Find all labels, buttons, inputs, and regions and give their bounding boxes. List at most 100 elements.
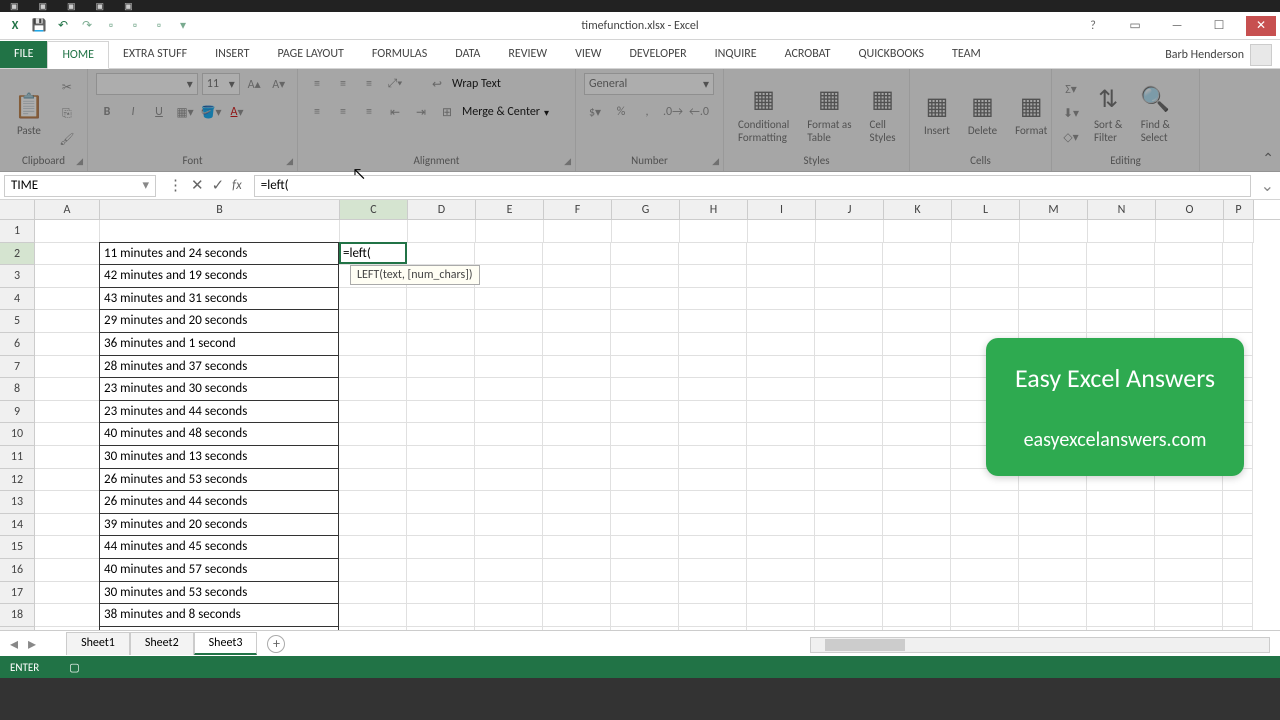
col-header[interactable]: H — [680, 200, 748, 219]
cell[interactable] — [543, 491, 611, 514]
cell[interactable] — [815, 559, 883, 582]
cell[interactable] — [1087, 288, 1155, 311]
cell[interactable]: 29 minutes and 20 seconds — [99, 309, 339, 333]
font-name-combo[interactable]: ▾ — [96, 73, 198, 95]
cell[interactable] — [611, 604, 679, 627]
cell[interactable] — [1087, 265, 1155, 288]
cell[interactable] — [815, 582, 883, 605]
cell[interactable] — [1155, 310, 1223, 333]
cell[interactable] — [339, 604, 407, 627]
row-header[interactable]: 8 — [0, 378, 35, 401]
row-header[interactable]: 1 — [0, 220, 35, 243]
cell[interactable] — [475, 310, 543, 333]
expand-formula-icon[interactable]: ⌄ — [1255, 176, 1280, 196]
increase-font-icon[interactable]: A▴ — [244, 73, 265, 95]
cell[interactable] — [816, 220, 884, 243]
cell[interactable] — [951, 536, 1019, 559]
clear-icon[interactable]: ◇▾ — [1060, 127, 1082, 149]
cell[interactable] — [543, 536, 611, 559]
cell[interactable] — [543, 446, 611, 469]
tab-formulas[interactable]: FORMULAS — [358, 41, 441, 68]
qat-icon-1[interactable]: ▫ — [102, 17, 120, 35]
cell[interactable] — [815, 536, 883, 559]
row-header[interactable]: 13 — [0, 491, 35, 514]
decrease-font-icon[interactable]: A▾ — [268, 73, 289, 95]
cell[interactable] — [35, 582, 100, 605]
cell[interactable]: 39 minutes and 20 seconds — [99, 513, 339, 537]
currency-icon[interactable]: $▾ — [584, 101, 606, 123]
cell[interactable] — [747, 536, 815, 559]
cell[interactable] — [951, 491, 1019, 514]
cell[interactable] — [611, 333, 679, 356]
cell[interactable] — [475, 604, 543, 627]
save-icon[interactable]: 💾 — [30, 17, 48, 35]
cell[interactable] — [1155, 536, 1223, 559]
cell[interactable] — [883, 265, 951, 288]
cell[interactable] — [883, 333, 951, 356]
cell[interactable] — [883, 446, 951, 469]
cell[interactable] — [815, 378, 883, 401]
cell[interactable] — [475, 333, 543, 356]
qat-customize[interactable]: ▾ — [174, 17, 192, 35]
cell[interactable] — [883, 491, 951, 514]
cell[interactable] — [1019, 288, 1087, 311]
cell[interactable] — [407, 423, 475, 446]
cell[interactable] — [543, 582, 611, 605]
cell[interactable] — [815, 356, 883, 379]
cell[interactable] — [543, 514, 611, 537]
cell[interactable] — [884, 220, 952, 243]
border-button[interactable]: ▦▾ — [174, 101, 196, 123]
cell[interactable] — [407, 469, 475, 492]
cell[interactable] — [815, 288, 883, 311]
align-right-icon[interactable]: ≡ — [358, 101, 380, 123]
cell[interactable] — [407, 446, 475, 469]
cell[interactable] — [1087, 559, 1155, 582]
cell[interactable] — [611, 265, 679, 288]
active-cell[interactable]: =left( — [339, 242, 407, 264]
cell[interactable] — [815, 265, 883, 288]
indent-inc-icon[interactable]: ⇥ — [410, 101, 432, 123]
tab-file[interactable]: FILE — [0, 41, 47, 68]
row-header[interactable]: 6 — [0, 333, 35, 356]
cell[interactable] — [339, 333, 407, 356]
col-header[interactable]: L — [952, 200, 1020, 219]
cell[interactable] — [1223, 310, 1253, 333]
cell[interactable] — [611, 356, 679, 379]
cell[interactable] — [475, 582, 543, 605]
cell[interactable] — [35, 401, 100, 424]
cell[interactable] — [35, 220, 100, 243]
close-icon[interactable]: ✕ — [1246, 16, 1276, 36]
cell[interactable]: 23 minutes and 44 seconds — [99, 400, 339, 424]
cell[interactable] — [407, 378, 475, 401]
cell[interactable] — [1155, 243, 1223, 266]
cell[interactable] — [747, 288, 815, 311]
cell[interactable] — [35, 423, 100, 446]
cell[interactable] — [544, 220, 612, 243]
cell[interactable]: 40 minutes and 48 seconds — [99, 422, 339, 446]
tab-data[interactable]: DATA — [441, 41, 494, 68]
row-header[interactable]: 16 — [0, 559, 35, 582]
cell[interactable]: 30 minutes and 13 seconds — [99, 445, 339, 469]
cell[interactable] — [35, 559, 100, 582]
cell[interactable] — [475, 288, 543, 311]
fill-icon[interactable]: ⬇▾ — [1060, 103, 1082, 125]
cell[interactable]: 28 minutes and 37 seconds — [99, 355, 339, 379]
cell[interactable] — [679, 265, 747, 288]
italic-button[interactable]: I — [122, 101, 144, 123]
cell[interactable] — [475, 446, 543, 469]
cell[interactable] — [883, 243, 951, 266]
cell[interactable] — [35, 446, 100, 469]
cell[interactable] — [815, 243, 883, 266]
cell[interactable] — [952, 220, 1020, 243]
cell[interactable] — [543, 604, 611, 627]
cell[interactable] — [35, 536, 100, 559]
cell[interactable] — [883, 356, 951, 379]
cell[interactable] — [679, 356, 747, 379]
cell[interactable] — [815, 310, 883, 333]
row-header[interactable]: 12 — [0, 469, 35, 492]
cell[interactable] — [1223, 604, 1253, 627]
sheet-prev-icon[interactable]: ◂ — [10, 634, 18, 654]
cell[interactable] — [543, 243, 611, 266]
cell[interactable] — [339, 469, 407, 492]
cell[interactable] — [1087, 582, 1155, 605]
